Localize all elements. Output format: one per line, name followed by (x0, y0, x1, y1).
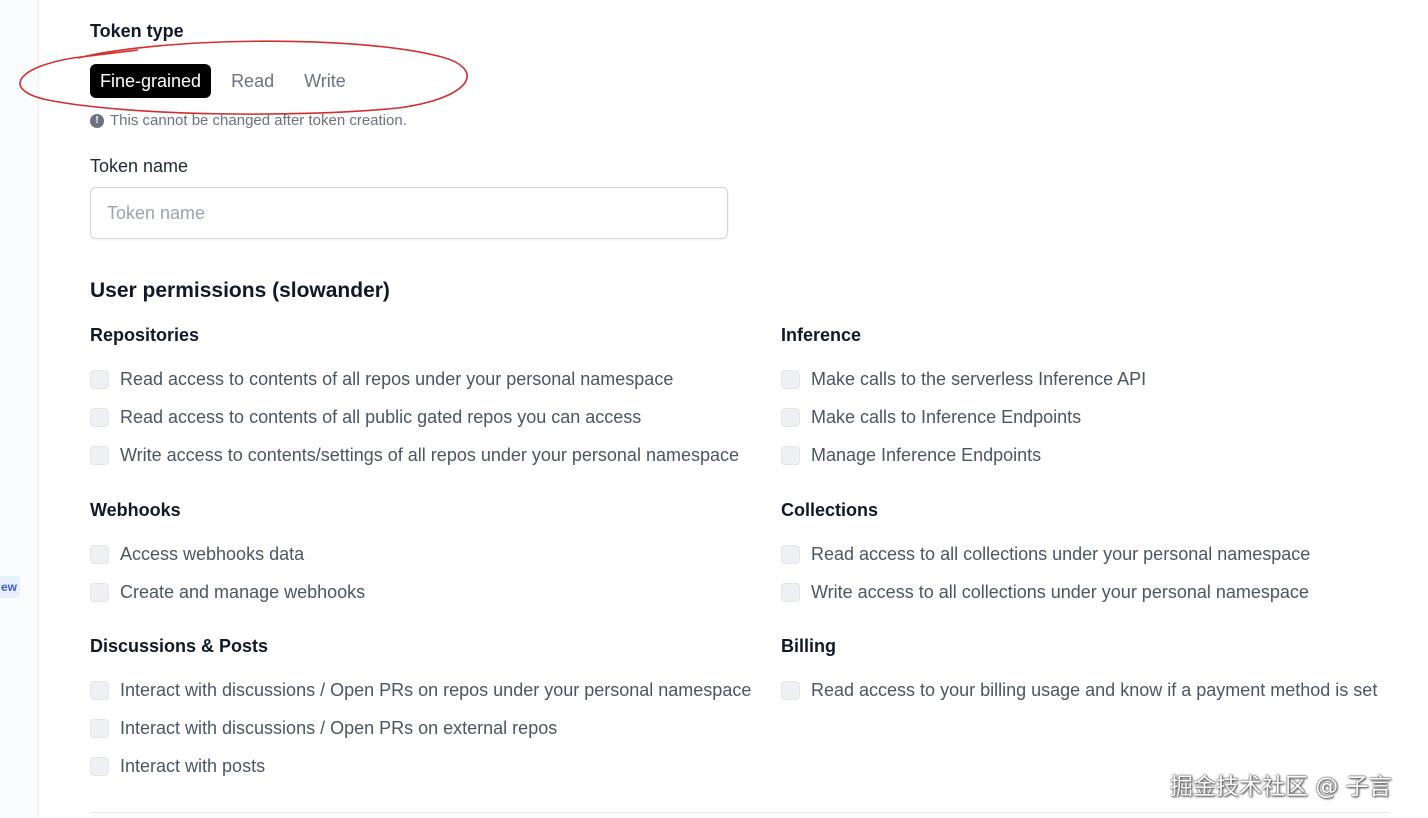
permission-group-webhooks: Webhooks (90, 498, 181, 522)
sidebar: ew (0, 0, 39, 818)
permission-group-billing: Billing (781, 634, 836, 658)
permission-label: Interact with discussions / Open PRs on … (120, 679, 752, 700)
group-title-inference: Inference (781, 325, 862, 345)
permission-checkbox[interactable] (90, 407, 109, 427)
watermark: 掘金技术社区 @ 子言 (1170, 774, 1392, 800)
permission-label: Read access to your billing usage and kn… (811, 679, 1378, 700)
permission-checkbox[interactable] (781, 407, 800, 427)
page: ew Token type Fine-grained Read Write ! … (0, 0, 1428, 818)
token-type-read[interactable]: Read (216, 64, 289, 98)
group-title-collections: Collections (781, 500, 879, 520)
permission-label: Write access to contents/settings of all… (120, 444, 739, 465)
permission-group-collections: Collections (781, 498, 878, 522)
permission-label: Interact with posts (120, 755, 266, 776)
permission-item[interactable]: Write access to all collections under yo… (781, 580, 1309, 604)
permission-label: Make calls to the serverless Inference A… (811, 368, 1147, 389)
token-type-hint-text: This cannot be changed after token creat… (110, 112, 407, 129)
permission-checkbox[interactable] (781, 680, 800, 700)
permission-label: Read access to all collections under you… (811, 543, 1311, 564)
permission-item[interactable]: Make calls to Inference Endpoints (781, 405, 1081, 429)
permission-checkbox[interactable] (90, 718, 109, 738)
permission-item[interactable]: Read access to your billing usage and kn… (781, 678, 1377, 702)
group-title-billing: Billing (781, 636, 836, 656)
permission-checkbox[interactable] (781, 369, 800, 389)
permission-checkbox[interactable] (90, 369, 109, 389)
permission-checkbox[interactable] (781, 445, 800, 465)
permission-item[interactable]: Create and manage webhooks (90, 580, 365, 604)
permission-label: Read access to contents of all public ga… (120, 406, 642, 427)
permission-label: Interact with discussions / Open PRs on … (120, 717, 558, 738)
permission-label: Manage Inference Endpoints (811, 444, 1042, 465)
permission-checkbox[interactable] (90, 756, 109, 776)
permission-item[interactable]: Interact with discussions / Open PRs on … (90, 678, 751, 702)
token-type-fine-grained[interactable]: Fine-grained (90, 64, 212, 98)
permission-item[interactable]: Interact with discussions / Open PRs on … (90, 716, 557, 740)
permission-item[interactable]: Write access to contents/settings of all… (90, 443, 739, 467)
user-permissions-title: User permissions (slowander) (90, 279, 390, 302)
group-title-webhooks: Webhooks (90, 500, 181, 520)
permission-group-inference: Inference (781, 323, 861, 347)
token-type-selector: Fine-grained Read Write (90, 64, 361, 98)
permission-item[interactable]: Access webhooks data (90, 542, 304, 566)
permission-item[interactable]: Manage Inference Endpoints (781, 443, 1041, 467)
permission-checkbox[interactable] (90, 544, 109, 564)
token-type-hint: ! This cannot be changed after token cre… (90, 112, 407, 129)
sidebar-new-badge[interactable]: ew (0, 576, 20, 598)
token-name-input[interactable] (90, 187, 728, 239)
permission-label: Create and manage webhooks (120, 581, 366, 602)
permission-item[interactable]: Make calls to the serverless Inference A… (781, 367, 1146, 391)
permission-group-repositories: Repositories (90, 323, 199, 347)
group-title-discussions: Discussions & Posts (90, 636, 269, 656)
permission-label: Access webhooks data (120, 543, 305, 564)
permission-item[interactable]: Read access to all collections under you… (781, 542, 1310, 566)
token-type-label: Token type (90, 21, 184, 41)
permission-checkbox[interactable] (90, 680, 109, 700)
permission-checkbox[interactable] (781, 582, 800, 602)
permission-item[interactable]: Read access to contents of all public ga… (90, 405, 641, 429)
permission-item[interactable]: Interact with posts (90, 754, 265, 778)
permission-group-discussions: Discussions & Posts (90, 634, 268, 658)
permission-checkbox[interactable] (90, 582, 109, 602)
group-title-repositories: Repositories (90, 325, 200, 345)
permission-label: Make calls to Inference Endpoints (811, 406, 1082, 427)
permission-label: Write access to all collections under yo… (811, 581, 1309, 602)
permission-item[interactable]: Read access to contents of all repos und… (90, 367, 673, 391)
permission-checkbox[interactable] (781, 544, 800, 564)
token-name-label: Token name (90, 156, 189, 176)
permission-label: Read access to contents of all repos und… (120, 368, 674, 389)
token-type-write[interactable]: Write (289, 64, 361, 98)
bottom-divider (90, 812, 1390, 813)
permission-checkbox[interactable] (90, 445, 109, 465)
info-icon: ! (90, 113, 104, 128)
